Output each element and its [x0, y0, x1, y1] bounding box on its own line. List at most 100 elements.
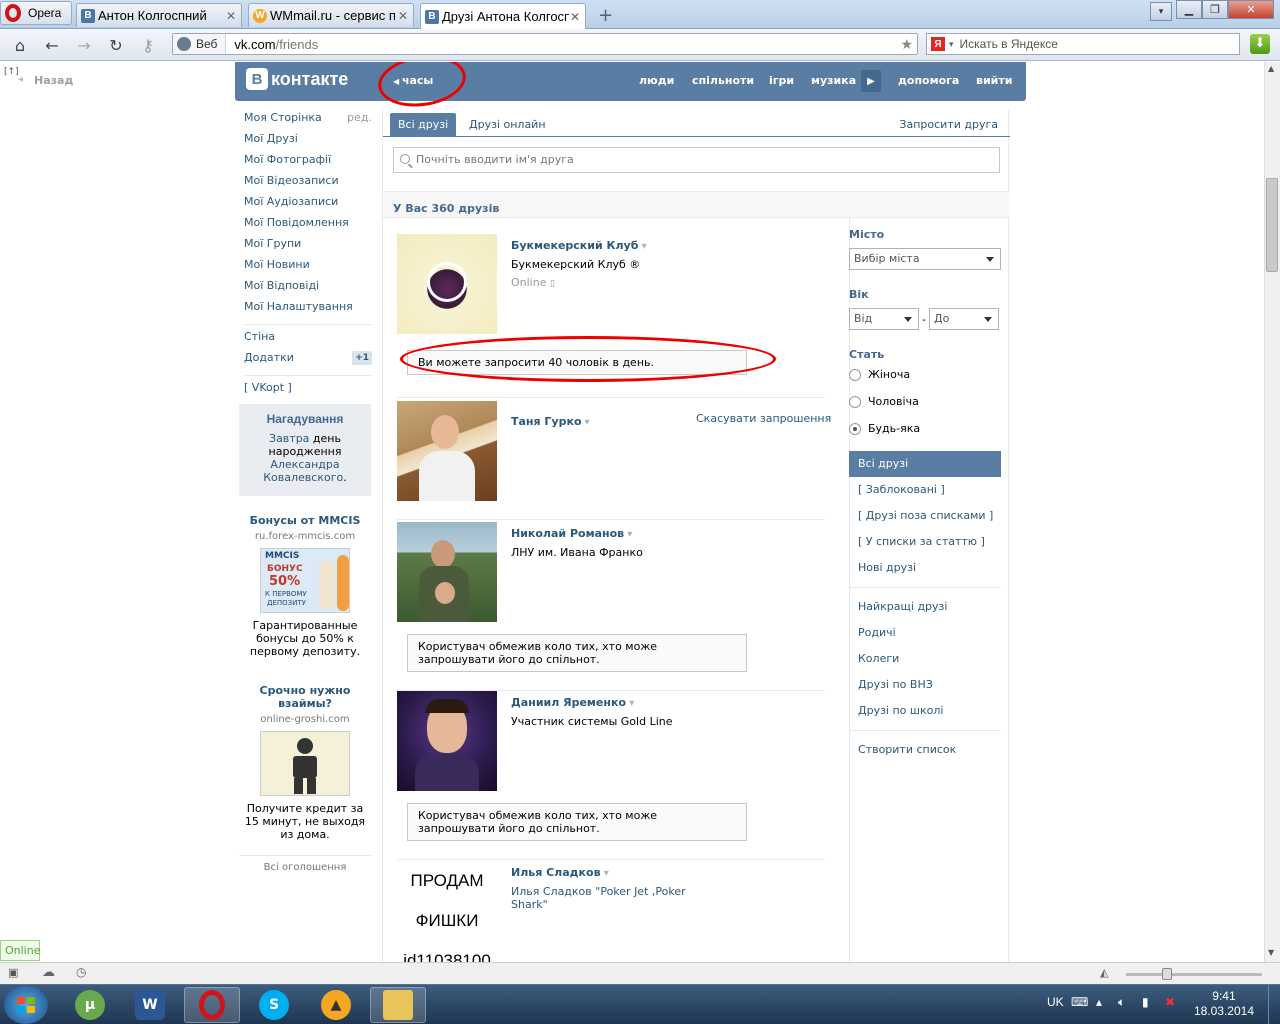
menu-vkopt[interactable]: [ VKopt ] [244, 380, 372, 401]
taskbar-aimp[interactable]: ▲ [308, 987, 364, 1023]
taskbar-word[interactable]: W [122, 987, 178, 1023]
menu-my-audio[interactable]: Мої Аудіозаписи [244, 194, 372, 215]
friend-photo[interactable] [397, 522, 497, 622]
tray-expand-icon[interactable]: ▴ [1096, 995, 1102, 1009]
nav-more-arrow-icon[interactable]: ▶ [861, 70, 881, 92]
forward-arrow-icon[interactable]: → [72, 33, 96, 57]
tab-list-icon[interactable]: ▾ [1150, 2, 1172, 21]
close-window-icon[interactable]: ✕ [1228, 0, 1274, 19]
friend-photo[interactable]: ПРОДАМ ФИШКИ id11038100 [397, 861, 497, 962]
url-input[interactable]: Веб vk.com/friends ★ [172, 33, 918, 55]
taskbar-opera[interactable] [184, 987, 240, 1023]
scroll-up-arrow-icon[interactable]: ▲ [1268, 64, 1274, 73]
yandex-search-input[interactable]: Я ▾ Искать в Яндексе [926, 33, 1240, 55]
radio-circle[interactable] [849, 395, 861, 408]
browser-tab-3-active[interactable]: В Друзі Антона Колгосп... ✕ [420, 3, 586, 29]
menu-my-settings[interactable]: Мої Налаштування [244, 299, 372, 320]
nav-communities[interactable]: спільноти [692, 74, 754, 87]
friend-photo[interactable] [397, 401, 497, 501]
zoom-slider-handle[interactable] [1162, 968, 1172, 980]
ad-block-mmcis[interactable]: Бонусы от MMCIS ru.forex-mmcis.com MMCIS… [239, 514, 371, 658]
minimize-icon[interactable]: ▁ [1176, 0, 1202, 19]
keyboard-icon[interactable]: ⌨ [1071, 995, 1088, 1009]
list-colleagues[interactable]: Колеги [849, 646, 1001, 672]
age-from-select[interactable]: Від [849, 308, 919, 330]
age-to-select[interactable]: До [928, 308, 999, 330]
friend-search-input[interactable]: Почніть вводити ім'я друга [393, 147, 1000, 173]
opera-menu-button[interactable]: Opera [0, 1, 72, 25]
vk-logo[interactable]: В контакте [246, 68, 348, 90]
edit-link[interactable]: ред. [347, 111, 372, 131]
key-icon[interactable]: ⚷ [136, 33, 160, 57]
restore-icon[interactable]: ❐ [1202, 0, 1228, 19]
menu-my-friends[interactable]: Мої Друзі [244, 131, 372, 152]
nav-help[interactable]: допомога [898, 74, 959, 87]
cloud-icon[interactable]: ☁ [42, 965, 55, 980]
address-mode[interactable]: Веб [173, 34, 227, 54]
browser-tab-2[interactable]: W WMmail.ru - сервис п... ✕ [248, 3, 414, 27]
tab-all-friends[interactable]: Всі друзі [390, 113, 457, 137]
zoom-slider[interactable] [1126, 973, 1262, 976]
nav-people[interactable]: люди [639, 74, 674, 87]
friend-name[interactable]: Илья Сладков [511, 866, 609, 879]
speed-dial-icon[interactable]: ◷ [76, 965, 86, 979]
list-university[interactable]: Друзі по ВНЗ [849, 672, 1001, 698]
tab-close-icon[interactable]: ✕ [225, 9, 237, 23]
nav-music[interactable]: музика [811, 74, 856, 87]
tab-close-icon[interactable]: ✕ [569, 10, 581, 24]
friend-name[interactable]: Букмекерский Клуб [511, 239, 647, 252]
ad-block-loan[interactable]: Срочно нужно взаймы? online-groshi.com П… [239, 684, 371, 841]
menu-my-news[interactable]: Мої Новини [244, 257, 372, 278]
taskbar-explorer[interactable] [370, 987, 426, 1023]
windows-start-button[interactable] [4, 986, 48, 1024]
friend-name[interactable]: Таня Гурко [511, 415, 590, 428]
browser-tab-1[interactable]: В Антон Колгоспний ✕ [76, 3, 242, 27]
friend-name[interactable]: Николай Романов [511, 527, 632, 540]
menu-my-replies[interactable]: Мої Відповіді [244, 278, 372, 299]
list-by-sex[interactable]: [ У списки за статтю ] [849, 529, 1001, 555]
ad-image-loan[interactable] [260, 731, 350, 796]
menu-apps[interactable]: Додатки +1 [244, 350, 372, 371]
tab-close-icon[interactable]: ✕ [397, 9, 409, 23]
download-icon[interactable]: ⬇ [1250, 34, 1270, 54]
list-new-friends[interactable]: Нові друзі [849, 555, 1001, 581]
list-unlisted[interactable]: [ Друзі поза списками ] [849, 503, 1001, 529]
friend-photo[interactable] [397, 691, 497, 791]
menu-my-videos[interactable]: Мої Відеозаписи [244, 173, 372, 194]
nav-logout[interactable]: вийти [976, 74, 1012, 87]
all-ads-link[interactable]: Всі оголошення [239, 855, 371, 873]
volume-icon[interactable]: 🔈︎ [1118, 995, 1125, 1010]
menu-wall[interactable]: Стіна [244, 329, 372, 350]
network-icon[interactable]: ▮ [1142, 995, 1149, 1009]
friend-photo[interactable] [397, 234, 497, 334]
menu-my-groups[interactable]: Мої Групи [244, 236, 372, 257]
nav-games[interactable]: ігри [769, 74, 794, 87]
new-tab-plus-icon[interactable]: + [598, 5, 613, 26]
show-desktop-button[interactable] [1268, 985, 1280, 1024]
reload-icon[interactable]: ↻ [104, 33, 128, 57]
zoom-out-icon[interactable]: ◭ [1100, 966, 1108, 979]
list-blocked[interactable]: [ Заблоковані ] [849, 477, 1001, 503]
language-indicator[interactable]: UK [1047, 995, 1064, 1009]
cancel-invite-link[interactable]: Скасувати запрошення [696, 412, 831, 425]
taskbar-utorrent[interactable]: µ [62, 987, 118, 1023]
radio-circle[interactable] [849, 368, 861, 381]
reminder-date-link[interactable]: Завтра [269, 432, 309, 445]
back-link[interactable]: [↑] ◂ Назад [0, 62, 100, 102]
back-arrow-icon[interactable]: ← [40, 33, 64, 57]
list-school[interactable]: Друзі по школі [849, 698, 1001, 724]
system-clock[interactable]: 9:41 18.03.2014 [1194, 989, 1254, 1019]
menu-my-messages[interactable]: Мої Повідомлення [244, 215, 372, 236]
create-list-link[interactable]: Створити список [849, 737, 1001, 763]
sex-female-radio[interactable]: Жіноча [849, 368, 1001, 381]
list-relatives[interactable]: Родичі [849, 620, 1001, 646]
network-error-icon[interactable]: ✖ [1165, 995, 1175, 1009]
reminder-person-link[interactable]: Александра Ковалевского [263, 458, 343, 484]
city-select[interactable]: Вибір міста [849, 248, 1001, 270]
menu-my-page[interactable]: Моя Сторінка ред. [244, 110, 372, 131]
radio-circle-selected[interactable] [849, 422, 861, 435]
scrollbar-thumb[interactable] [1266, 178, 1278, 272]
ad-title[interactable]: Срочно нужно взаймы? [239, 684, 371, 710]
ad-title[interactable]: Бонусы от MMCIS [239, 514, 371, 527]
sex-male-radio[interactable]: Чоловіча [849, 395, 1001, 408]
